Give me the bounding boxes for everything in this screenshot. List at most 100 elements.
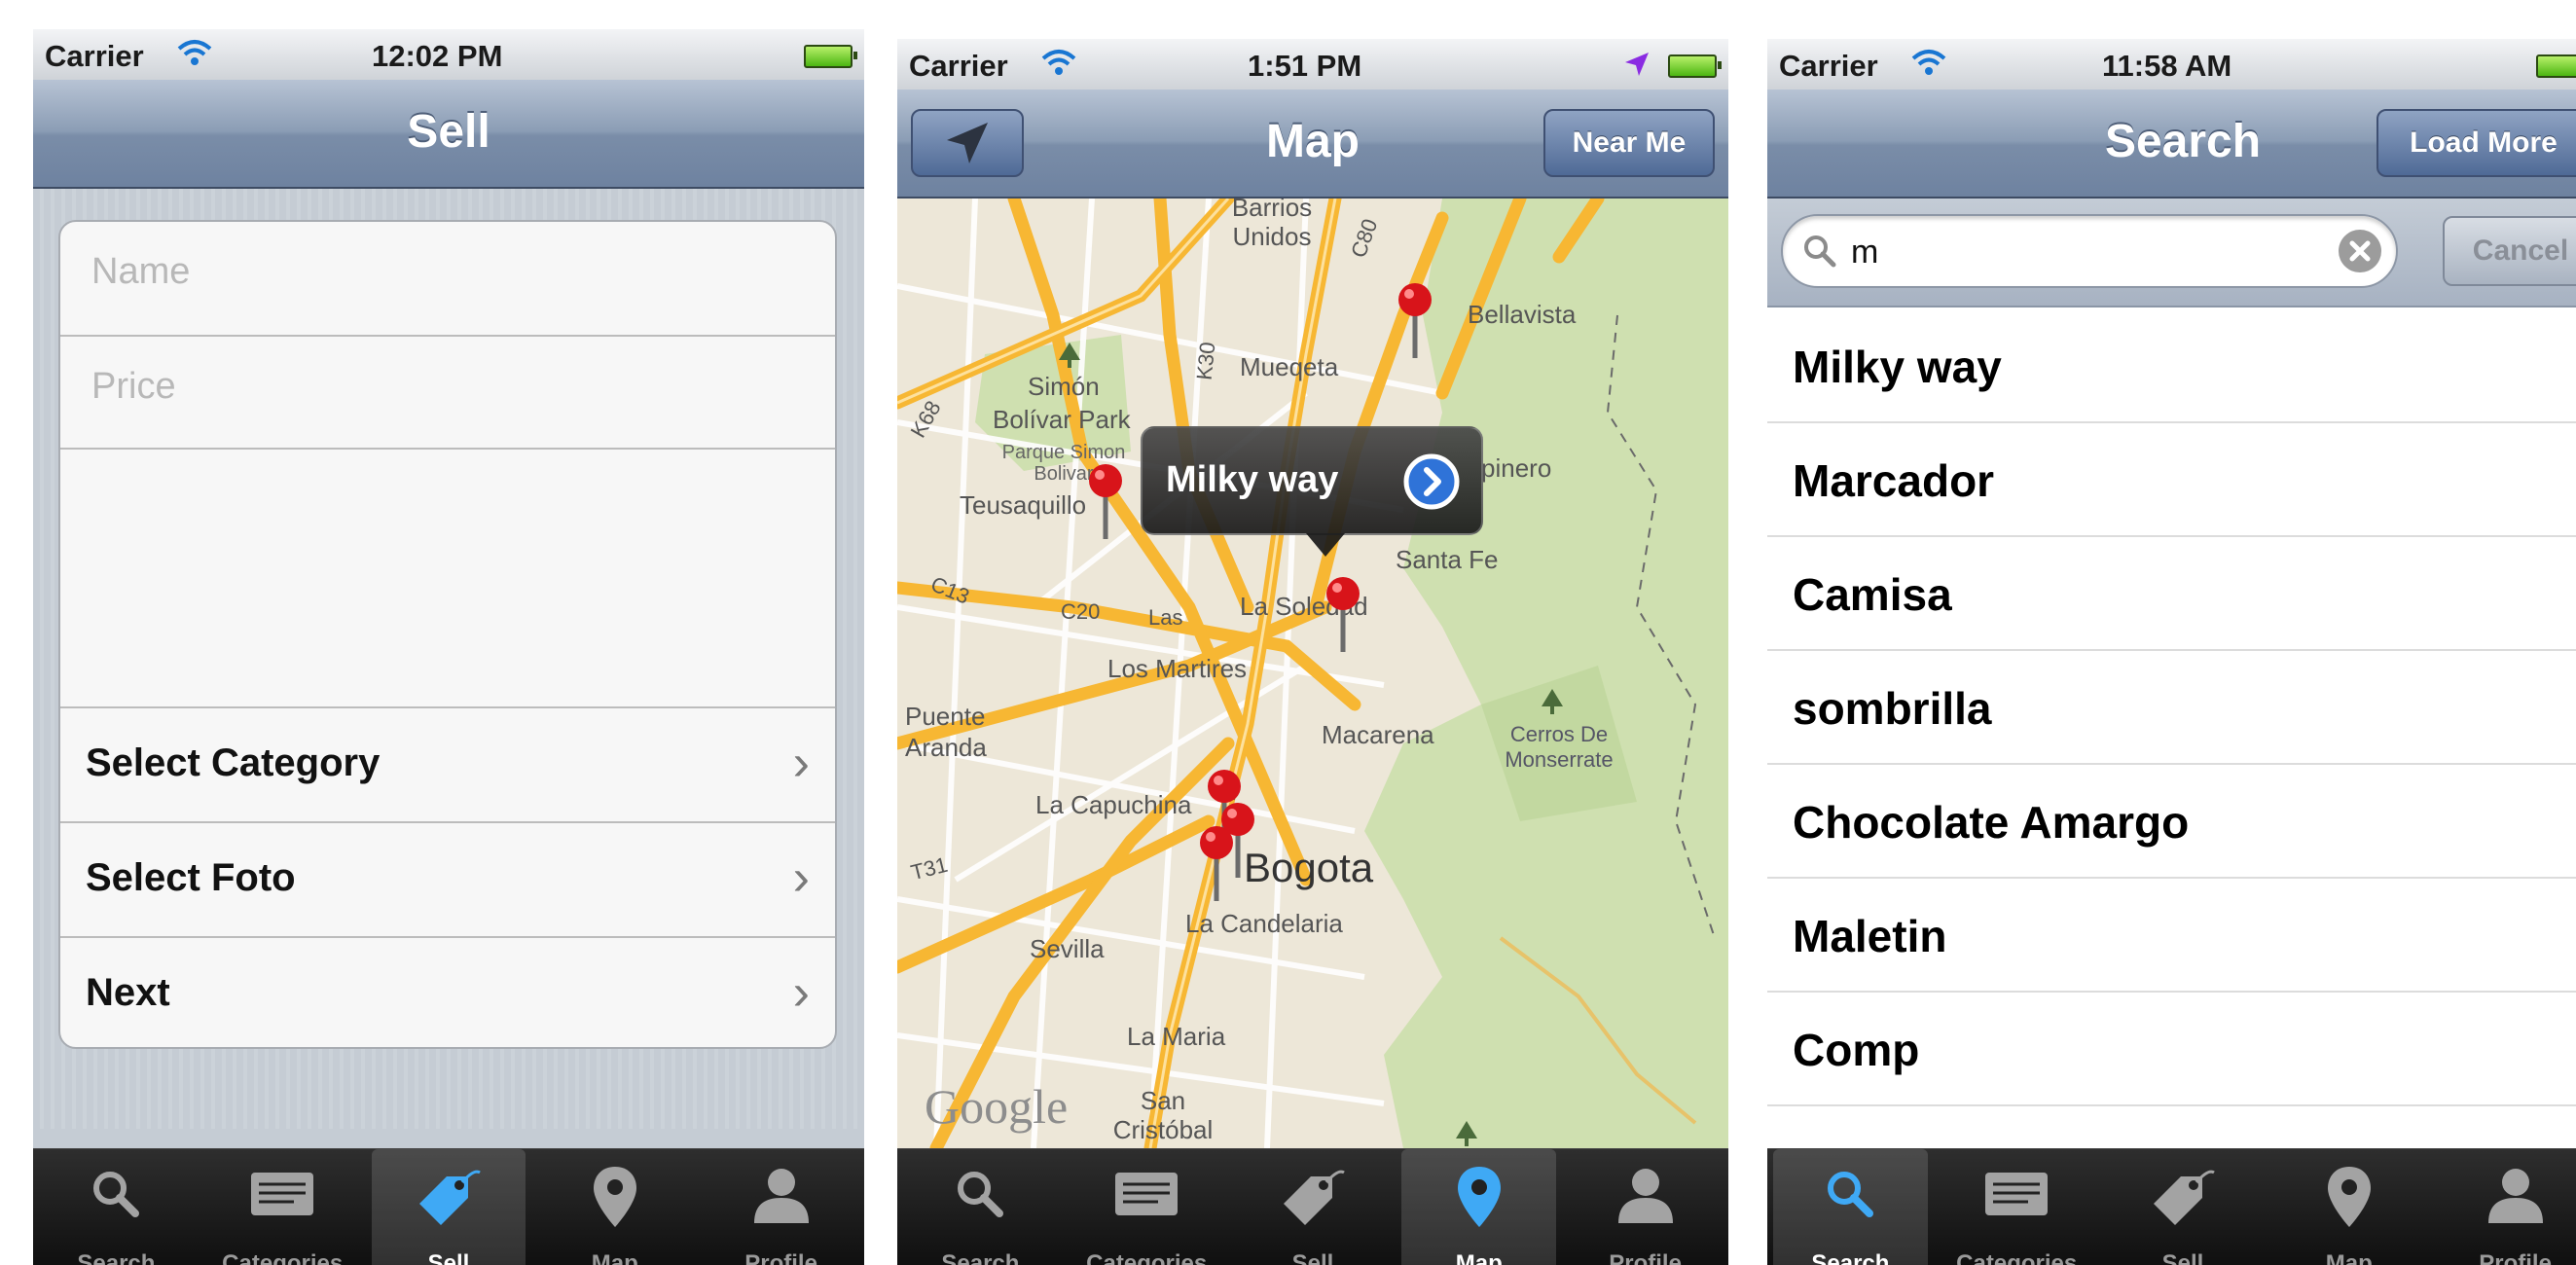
list-item[interactable]: Maletin [1767,877,2576,993]
tab-map[interactable]: Map [1401,1149,1557,1265]
near-me-button[interactable]: Near Me [1543,109,1715,177]
description-field[interactable] [60,450,835,706]
tab-search[interactable]: Search [39,1149,194,1265]
divider [60,335,835,337]
tab-label: Map [1455,1250,1503,1265]
tab-label: Categories [1956,1250,2078,1265]
chevron-right-icon: › [792,849,810,906]
battery-icon [2536,54,2576,78]
map-label: La Capuchina [1035,790,1192,819]
map-label: Bolívar Park [993,405,1131,434]
status-bar: Carrier 12:02 PM [33,29,864,81]
sell-screen: Carrier 12:02 PM Sell Name Price Select … [33,29,864,1265]
tab-profile[interactable]: Profile [704,1149,858,1265]
battery-icon [804,45,857,68]
map-pin-icon[interactable] [1086,463,1125,541]
select-category-row[interactable]: Select Category › [60,708,835,821]
map-label: Santa Fe [1396,545,1499,574]
tab-label: Profile [2479,1250,2552,1265]
tab-sell[interactable]: Sell [2106,1149,2261,1265]
detail-disclosure-icon[interactable] [1403,453,1460,510]
navigation-bar: Search Load More [1767,90,2576,199]
map-pin-icon[interactable] [1396,282,1434,360]
tab-label: Profile [1609,1250,1682,1265]
pin-callout[interactable]: Milky way [1141,426,1483,535]
tab-map[interactable]: Map [537,1149,692,1265]
search-bar: m Cancel [1767,199,2576,307]
tab-sell[interactable]: Sell [371,1149,526,1265]
tab-sell[interactable]: Sell [1236,1149,1391,1265]
clear-icon[interactable] [2338,229,2382,273]
location-services-icon [1625,53,1649,76]
next-row[interactable]: Next › [60,938,835,1047]
navigation-bar: Map Near Me [897,90,1728,199]
time-label: 12:02 PM [372,39,503,73]
tab-label: Search [77,1250,156,1265]
tab-label: Sell [427,1250,470,1265]
select-foto-row[interactable]: Select Foto › [60,823,835,936]
map-view[interactable]: Barrios Unidos Simón Bolívar Park Parque… [897,199,1728,1148]
tab-categories[interactable]: Categories [205,1149,360,1265]
carrier-label: Carrier [45,39,144,73]
road-label: K30 [1191,341,1220,381]
park-tree-icon [1542,689,1563,714]
results-list: Milky way Marcador Camisa sombrilla Choc… [1767,307,2576,1148]
search-icon [1804,235,1836,268]
status-bar: Carrier 11:58 AM [1767,39,2576,90]
map-label: Simón [1028,372,1100,401]
row-label: Select Category [86,741,381,784]
park-tree-icon [1456,1121,1477,1146]
tab-search[interactable]: Search [903,1149,1058,1265]
result-title: Marcador [1793,455,1995,506]
tab-search[interactable]: Search [1773,1149,1928,1265]
cancel-button[interactable]: Cancel [2443,216,2576,286]
result-title: Milky way [1793,342,2002,392]
tab-label: Map [2325,1250,2373,1265]
list-item[interactable]: Marcador [1767,421,2576,537]
result-title: Comp [1793,1025,1920,1075]
tab-categories[interactable]: Categories [1940,1149,2094,1265]
time-label: 11:58 AM [2102,49,2232,83]
wifi-icon [1911,50,1946,75]
result-title: Camisa [1793,569,1952,620]
map-label: Sevilla [1030,934,1105,963]
load-more-button[interactable]: Load More [2376,109,2576,177]
price-field[interactable]: Price [91,366,176,408]
map-label: Bellavista [1468,300,1577,329]
list-item[interactable]: Camisa [1767,535,2576,651]
result-title: Chocolate Amargo [1793,797,2190,848]
tab-bar: Search Categories Sell Map Profile [897,1148,1728,1265]
map-label: San Cristóbal [1112,1086,1214,1144]
tab-map[interactable]: Map [2271,1149,2426,1265]
carrier-label: Carrier [909,49,1008,83]
battery-icon [1668,54,1722,78]
map-pin-icon[interactable] [1324,576,1362,654]
google-logo: Google [925,1079,1069,1134]
map-label: pinero [1481,453,1552,483]
wifi-icon [177,40,212,65]
map-screen: Carrier 1:51 PM Map Near Me Barrios Unid… [897,39,1728,1265]
tab-label: Categories [1086,1250,1208,1265]
map-label: Barrios Unidos [1231,199,1313,251]
name-field[interactable]: Name [91,251,190,293]
tab-profile[interactable]: Profile [1568,1149,1723,1265]
carrier-label: Carrier [1779,49,1878,83]
tab-label: Map [591,1250,638,1265]
map-label: Macarena [1322,720,1434,749]
search-input[interactable]: m [1781,214,2398,288]
tab-label: Profile [744,1250,817,1265]
list-item[interactable]: sombrilla [1767,649,2576,765]
tab-categories[interactable]: Categories [1070,1149,1224,1265]
list-item[interactable]: Milky way [1767,307,2576,423]
tab-profile[interactable]: Profile [2438,1149,2576,1265]
tab-label: Sell [1291,1250,1334,1265]
wifi-icon [1041,50,1076,75]
tab-label: Categories [222,1250,344,1265]
list-item[interactable]: Chocolate Amargo [1767,763,2576,879]
row-label: Next [86,971,170,1014]
map-pin-icon[interactable] [1197,825,1236,903]
map-label: Cerros De Monserrate [1505,722,1614,772]
map-label: Mueqeta [1240,352,1339,381]
list-item[interactable]: Comp [1767,991,2576,1106]
row-label: Select Foto [86,856,296,899]
